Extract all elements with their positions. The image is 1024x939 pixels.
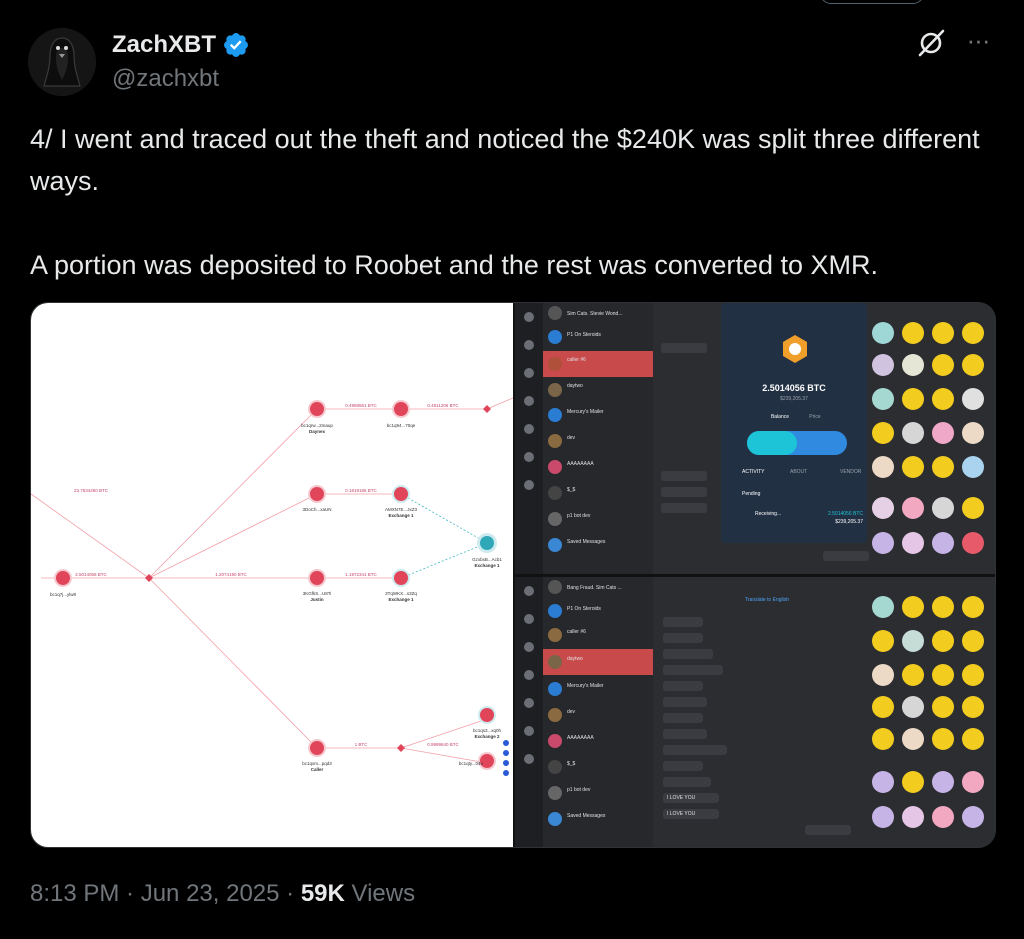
wallet-tab-price[interactable]: Price bbox=[809, 414, 821, 420]
chat-name: p1 bot dev bbox=[567, 513, 591, 519]
chat-name: P1 On Steroids bbox=[567, 606, 601, 612]
chat-name: dev bbox=[567, 709, 576, 715]
wallet-tab-vendor[interactable]: VENDOR bbox=[840, 469, 862, 475]
verified-badge-icon bbox=[224, 33, 248, 57]
wallet-pending: Pending bbox=[742, 491, 761, 497]
svg-text:AMXN7E...JxZ3: AMXN7E...JxZ3 bbox=[385, 507, 418, 512]
more-icon[interactable]: ··· bbox=[962, 27, 994, 56]
graph-tx-label: 1.2074190 BTC bbox=[215, 572, 247, 577]
tweet-text: 4/ I went and traced out the theft and n… bbox=[30, 118, 1000, 286]
transaction-graph-image[interactable]: 23.7534260 BTC 2.5014056 BTC 1.2074190 B… bbox=[31, 303, 514, 847]
chat-name: daytwo bbox=[567, 656, 583, 662]
graph-node-source[interactable]: bc1q7j...ylw8 bbox=[50, 569, 77, 597]
chat-name: dev bbox=[567, 435, 576, 441]
svg-text:bc1qs3...xq0h: bc1qs3...xq0h bbox=[473, 728, 502, 733]
chat-name: Sim Cats. Stevie Wond... bbox=[567, 311, 622, 317]
svg-text:3DoCh...xaUN: 3DoCh...xaUN bbox=[302, 507, 331, 512]
chat-name: daytwo bbox=[567, 383, 583, 389]
author-handle[interactable]: @zachxbt bbox=[112, 65, 219, 93]
chat-name: AAAAAAAA bbox=[567, 735, 594, 741]
chat-message: I LOVE YOU bbox=[667, 811, 696, 817]
tweet-paragraph-2: A portion was deposited to Roobet and th… bbox=[30, 250, 878, 280]
graph-node-8[interactable]: GzxbxB...Acb1 Exchange 1 bbox=[472, 533, 502, 568]
graph-node-1[interactable]: bc1qrw...2maup Daynex bbox=[301, 400, 333, 434]
svg-text:bc1q94...70qe: bc1q94...70qe bbox=[387, 423, 416, 428]
wallet-receiving-usd: $239,205.37 bbox=[835, 519, 863, 525]
views-label: Views bbox=[344, 880, 416, 907]
wallet-receiving: Receiving... bbox=[755, 511, 781, 517]
telegram-bottom-view: Bang Fraud. Sim Cats ... P1 On Steroids … bbox=[515, 577, 995, 847]
svg-text:GzxbxB...Acb1: GzxbxB...Acb1 bbox=[472, 557, 502, 562]
graph-node-4[interactable]: AMXN7E...JxZ3 Exchange 1 bbox=[385, 485, 418, 518]
chat-name: Saved Messages bbox=[567, 539, 606, 545]
svg-text:Caller: Caller bbox=[311, 767, 324, 772]
chat-name: Saved Messages bbox=[567, 813, 606, 819]
graph-tx-label: 0.4811206 BTC bbox=[427, 403, 459, 408]
telegram-screenshot-top[interactable]: Sim Cats. Stevie Wond... P1 On Steroids … bbox=[515, 303, 995, 574]
top-pill-outline bbox=[820, 0, 924, 4]
graph-node-10[interactable]: bc1qty...04u bbox=[459, 752, 496, 770]
wallet-amount: 2.5014056 BTC bbox=[762, 383, 826, 393]
telegram-screenshot-bottom[interactable]: Bang Fraud. Sim Cats ... P1 On Steroids … bbox=[515, 577, 995, 847]
penguin-avatar-icon bbox=[28, 28, 96, 96]
chat-name: Bang Fraud. Sim Cats ... bbox=[567, 585, 622, 591]
svg-text:Exchange 1: Exchange 1 bbox=[388, 513, 414, 518]
tweet-paragraph-1: 4/ I went and traced out the theft and n… bbox=[30, 124, 980, 196]
svg-text:Exchange 1: Exchange 1 bbox=[474, 563, 500, 568]
author-display-name-row[interactable]: ZachXBT bbox=[112, 31, 250, 59]
chat-name: Mercury's Mailer bbox=[567, 409, 604, 415]
transaction-graph: 23.7534260 BTC 2.5014056 BTC 1.2074190 B… bbox=[31, 397, 514, 776]
chat-message: I LOVE YOU bbox=[667, 795, 696, 801]
graph-tx-label: 0.4958551 BTC bbox=[345, 403, 377, 408]
chat-name: $_$ bbox=[567, 487, 576, 493]
author-display-name[interactable]: ZachXBT bbox=[112, 31, 216, 59]
translate-link[interactable]: Translate to English bbox=[745, 597, 789, 603]
wallet-usd: $239,205.37 bbox=[780, 396, 808, 402]
wallet-tab-balance[interactable]: Balance bbox=[771, 414, 789, 420]
graph-node-7[interactable]: bc1qxm...pqd3 Caller bbox=[302, 739, 332, 772]
svg-text:Exchange 2: Exchange 2 bbox=[474, 734, 500, 739]
wallet-tab-activity[interactable]: ACTIVITY bbox=[742, 469, 765, 475]
telegram-top-view: Sim Cats. Stevie Wond... P1 On Steroids … bbox=[515, 303, 995, 574]
wallet-receiving-amount: 2.5014056 BTC bbox=[828, 511, 863, 517]
svg-text:3TqWKX...s3Zq: 3TqWKX...s3Zq bbox=[385, 591, 417, 596]
chat-name: Mercury's Mailer bbox=[567, 683, 604, 689]
svg-text:bc1qxm...pqd3: bc1qxm...pqd3 bbox=[302, 761, 332, 766]
chat-name: AAAAAAAA bbox=[567, 461, 594, 467]
graph-tx-label: 2.5014056 BTC bbox=[75, 572, 107, 577]
chat-name: p1 bot dev bbox=[567, 787, 591, 793]
views-count: 59K bbox=[300, 880, 345, 907]
graph-node-6[interactable]: 3TqWKX...s3Zq Exchange 1 bbox=[385, 569, 417, 602]
svg-text:3KGfkS...U8Ti: 3KGfkS...U8Ti bbox=[303, 591, 332, 596]
chat-name: caller #6 bbox=[567, 357, 586, 363]
svg-text:Daynex: Daynex bbox=[309, 429, 326, 434]
svg-text:Exchange 1: Exchange 1 bbox=[388, 597, 414, 602]
author-avatar[interactable] bbox=[28, 28, 96, 96]
wallet-tab-about[interactable]: ABOUT bbox=[790, 469, 807, 475]
svg-text:bc1qty...04u: bc1qty...04u bbox=[459, 761, 484, 766]
svg-text:Justin: Justin bbox=[310, 597, 324, 602]
chat-name: P1 On Steroids bbox=[567, 332, 601, 338]
graph-tx-label: 0.1819186 BTC bbox=[345, 488, 377, 493]
graph-tx-label: 1.1972341 BTC bbox=[345, 572, 377, 577]
tweet-media[interactable]: 23.7534260 BTC 2.5014056 BTC 1.2074190 B… bbox=[30, 302, 996, 848]
chat-name: $_$ bbox=[567, 761, 576, 767]
tweet-meta: 8:13 PM · Jun 23, 2025 · 59K Views bbox=[30, 880, 415, 908]
graph-node-3[interactable]: 3DoCh...xaUN bbox=[302, 485, 332, 512]
graph-tx-label: 0.9999640 BTC bbox=[427, 742, 459, 747]
svg-text:bc1qrw...2maup: bc1qrw...2maup bbox=[301, 423, 333, 428]
tweet-timestamp[interactable]: 8:13 PM · Jun 23, 2025 · bbox=[30, 880, 301, 907]
graph-node-2[interactable]: bc1q94...70qe bbox=[387, 400, 416, 428]
graph-node-5[interactable]: 3KGfkS...U8Ti Justin bbox=[303, 569, 332, 602]
chat-name: caller #6 bbox=[567, 629, 586, 635]
graph-tx-label: 1 BTC bbox=[355, 742, 369, 747]
graph-tx-label: 23.7534260 BTC bbox=[74, 488, 109, 493]
grok-icon[interactable] bbox=[916, 28, 946, 58]
svg-text:bc1q7j...ylw8: bc1q7j...ylw8 bbox=[50, 592, 77, 597]
